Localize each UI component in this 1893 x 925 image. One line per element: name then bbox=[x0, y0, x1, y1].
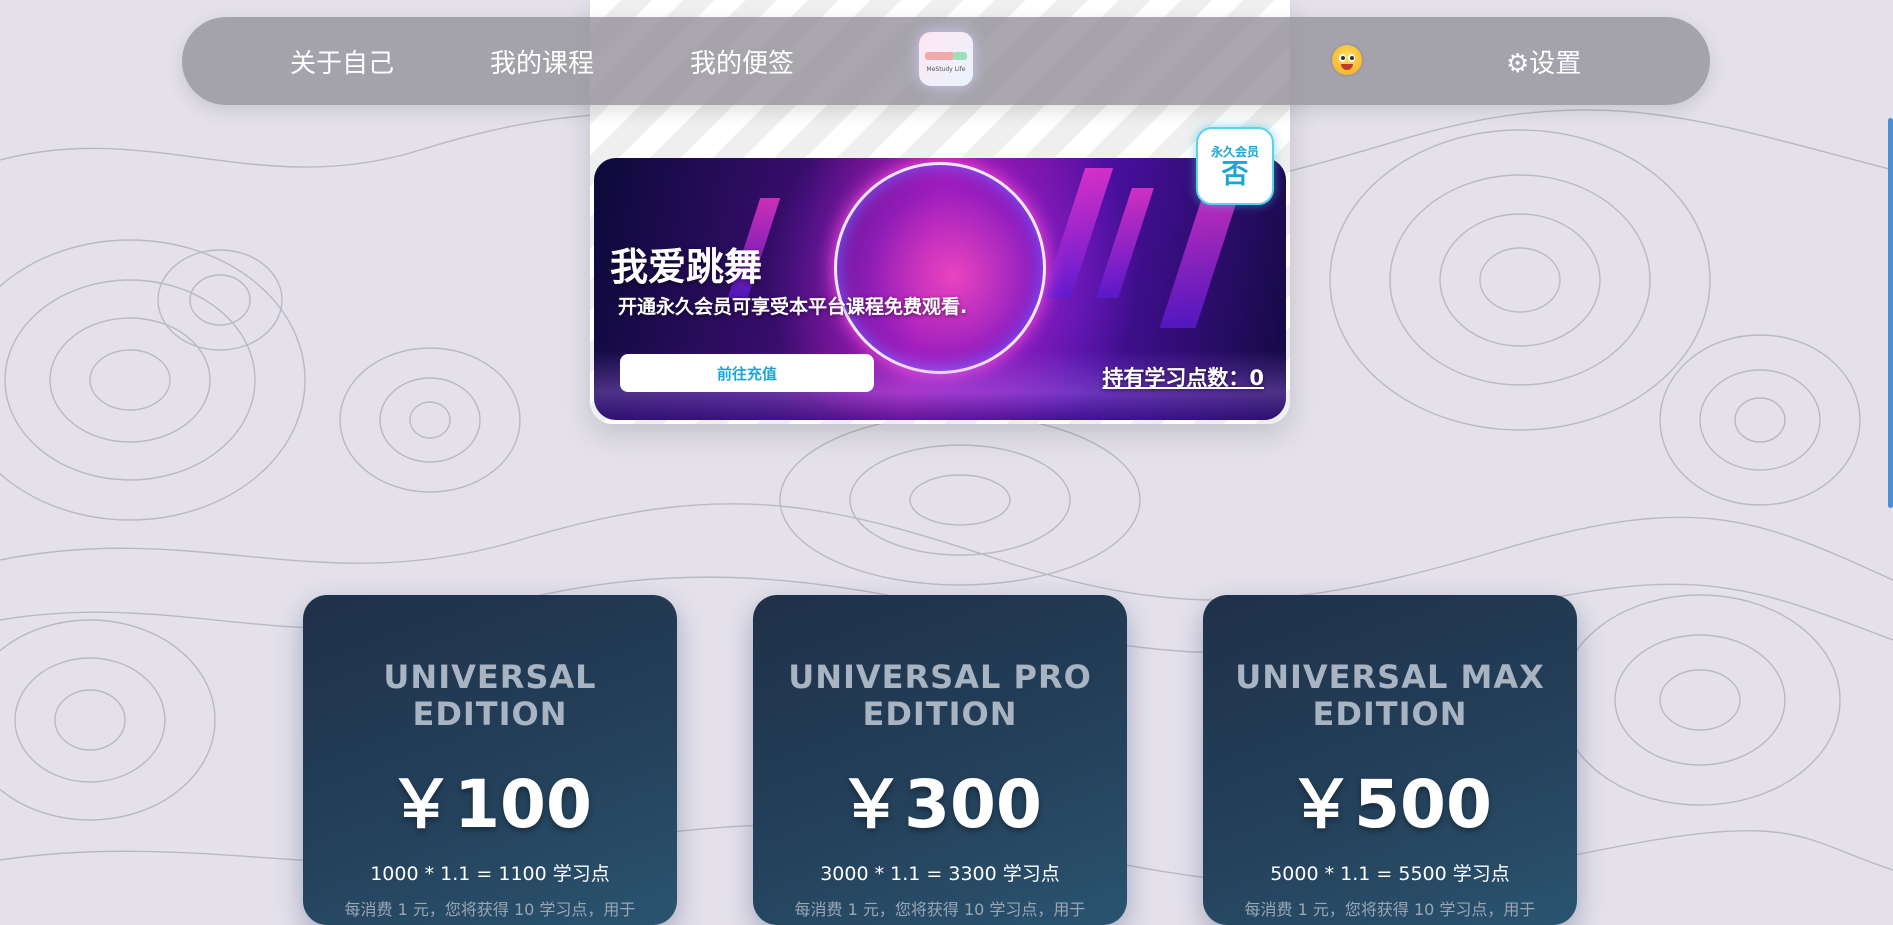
logo-text: MeStudy Life bbox=[926, 66, 966, 73]
plan-price: ￥300 bbox=[838, 766, 1042, 843]
page-scrollbar[interactable] bbox=[1888, 118, 1893, 508]
plan-formula: 1000 * 1.1 = 1100 学习点 bbox=[370, 863, 610, 885]
logo-bar bbox=[925, 52, 955, 60]
nav-notes[interactable]: 我的便签 bbox=[690, 43, 794, 80]
neon-ring bbox=[834, 162, 1046, 374]
nav-about[interactable]: 关于自己 bbox=[290, 43, 394, 80]
emoji-eye bbox=[1339, 54, 1346, 62]
plan-price: ￥500 bbox=[1288, 766, 1492, 843]
plan-card-universal-pro[interactable]: UNIVERSAL PRO EDITION ￥300 3000 * 1.1 = … bbox=[753, 595, 1127, 925]
emoji-eye bbox=[1348, 54, 1355, 62]
plan-description: 每消费 1 元，您将获得 10 学习点，用于 bbox=[794, 900, 1086, 919]
top-navigation: 关于自己 我的课程 我的便签 MeStudy Life ⚙设置 bbox=[182, 17, 1710, 105]
plan-formula: 5000 * 1.1 = 5500 学习点 bbox=[1270, 863, 1510, 885]
plan-description: 每消费 1 元，您将获得 10 学习点，用于 bbox=[344, 900, 636, 919]
logo-bar bbox=[953, 52, 967, 60]
banner-subtitle: 开通永久会员可享受本平台课程免费观看. bbox=[618, 296, 968, 318]
plan-title: UNIVERSAL MAX EDITION bbox=[1235, 658, 1545, 733]
plan-title: UNIVERSAL PRO EDITION bbox=[788, 658, 1092, 733]
banner-title: 我爱跳舞 bbox=[610, 245, 763, 289]
plan-formula: 3000 * 1.1 = 3300 学习点 bbox=[820, 863, 1060, 885]
nav-settings[interactable]: ⚙设置 bbox=[1506, 43, 1581, 80]
study-points-link[interactable]: 持有学习点数：0 bbox=[1102, 362, 1264, 392]
plan-price: ￥100 bbox=[388, 766, 592, 843]
emoji-mouth bbox=[1341, 64, 1353, 70]
plan-card-universal-max[interactable]: UNIVERSAL MAX EDITION ￥500 5000 * 1.1 = … bbox=[1203, 595, 1577, 925]
avatar-emoji-icon[interactable] bbox=[1332, 45, 1362, 75]
recharge-button[interactable]: 前往充值 bbox=[620, 354, 874, 392]
member-banner: 我爱跳舞 开通永久会员可享受本平台课程免费观看. 前往充值 持有学习点数：0 bbox=[594, 158, 1286, 420]
vip-status-badge: 永久会员 否 bbox=[1196, 127, 1274, 205]
vip-value: 否 bbox=[1221, 159, 1249, 190]
site-logo[interactable]: MeStudy Life bbox=[919, 32, 973, 86]
decor-shard bbox=[1096, 188, 1154, 298]
vip-label: 永久会员 bbox=[1210, 145, 1259, 159]
plan-description: 每消费 1 元，您将获得 10 学习点，用于 bbox=[1244, 900, 1536, 919]
nav-courses[interactable]: 我的课程 bbox=[490, 43, 594, 80]
plan-title: UNIVERSAL EDITION bbox=[383, 658, 597, 733]
plan-card-universal[interactable]: UNIVERSAL EDITION ￥100 1000 * 1.1 = 1100… bbox=[303, 595, 677, 925]
